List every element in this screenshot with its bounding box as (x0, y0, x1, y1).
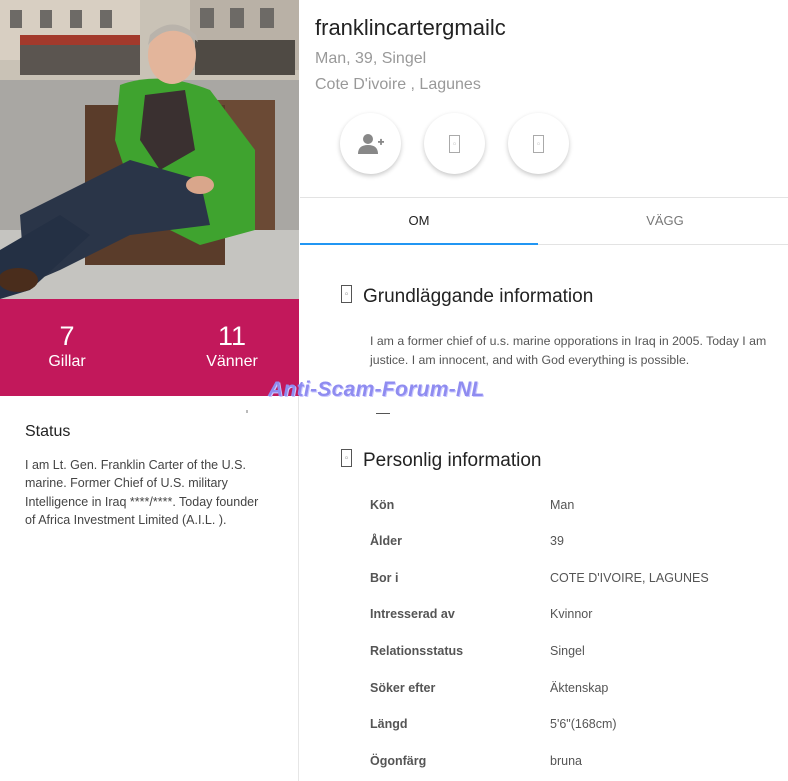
status-title: Status (25, 423, 71, 440)
tab-om[interactable]: OM (300, 198, 538, 244)
profile-stats: 7 Gillar 11 Vänner (0, 299, 299, 396)
status-line: of Africa Investment Limited (A.I.L. ). (25, 512, 227, 527)
profile-sidebar: 7 Gillar 11 Vänner Status I am Lt. Gen. … (0, 0, 299, 781)
info-row-lives-in: Bor i COTE D'IVOIRE, LAGUNES (370, 571, 780, 591)
profile-photo[interactable] (0, 0, 299, 299)
info-value: Singel (550, 644, 585, 658)
info-key: Söker efter (370, 681, 436, 695)
status-line: Intelligence in Iraq ****/****. Today fo… (25, 494, 259, 509)
info-value: Man (550, 498, 575, 512)
info-icon: ▫ (341, 449, 352, 467)
bio-text: I am a former chief of u.s. marine oppor… (370, 332, 788, 369)
favorite-icon: ▫ (533, 134, 544, 153)
divider-mark (246, 410, 248, 413)
info-value: COTE D'IVOIRE, LAGUNES (550, 571, 709, 585)
info-value: Kvinnor (550, 607, 593, 621)
info-row-interested-in: Intresserad av Kvinnor (370, 607, 780, 627)
status-line: marine. Former Chief of U.S. military (25, 476, 228, 491)
watermark: Anti-Scam-Forum-NL (268, 378, 485, 401)
info-key: Bor i (370, 571, 399, 585)
profile-username: franklincartergmailc (315, 15, 506, 40)
favorite-button[interactable]: ▫ (508, 113, 569, 174)
profile-tabs: OM VÄGG (300, 197, 788, 245)
info-row-relationship: Relationsstatus Singel (370, 644, 780, 664)
active-tab-indicator (300, 243, 538, 245)
info-icon: ▫ (341, 285, 352, 303)
profile-location: Cote D'ivoire , Lagunes (315, 76, 481, 93)
status-text: I am Lt. Gen. Franklin Carter of the U.S… (25, 456, 273, 529)
info-key: Kön (370, 498, 395, 512)
friends-count: 11 (217, 321, 247, 351)
info-row-gender: Kön Man (370, 498, 780, 518)
info-key: Ögonfärg (370, 754, 427, 768)
info-row-age: Ålder 39 (370, 534, 780, 554)
info-key: Relationsstatus (370, 644, 464, 658)
info-row-height: Längd 5'6"(168cm) (370, 717, 780, 737)
info-value: 5'6"(168cm) (550, 717, 617, 731)
likes-stat[interactable]: 7 Gillar (7, 321, 127, 373)
tab-vagg[interactable]: VÄGG (546, 198, 784, 244)
bio-line: justice. I am innocent, and with God eve… (370, 352, 690, 367)
info-row-eye-color: Ögonfärg bruna (370, 754, 780, 774)
friends-label: Vänner (206, 353, 258, 370)
info-key: Ålder (370, 534, 402, 548)
profile-photo-image (0, 0, 299, 299)
likes-count: 7 (59, 321, 75, 351)
divider-dash (376, 413, 390, 414)
info-key: Intresserad av (370, 607, 455, 621)
profile-demographics: Man, 39, Singel (315, 50, 427, 67)
info-key: Längd (370, 717, 408, 731)
message-icon: ▫ (449, 134, 460, 153)
info-value: Äktenskap (550, 681, 609, 695)
message-button[interactable]: ▫ (424, 113, 485, 174)
status-line: I am Lt. Gen. Franklin Carter of the U.S… (25, 458, 246, 472)
friends-stat[interactable]: 11 Vänner (172, 321, 292, 373)
likes-label: Gillar (48, 353, 86, 370)
add-friend-icon (357, 133, 384, 154)
info-row-seeking: Söker efter Äktenskap (370, 681, 780, 701)
personal-info-title: Personlig information (363, 450, 542, 471)
bio-line: I am a former chief of u.s. marine oppor… (370, 334, 767, 348)
info-value: 39 (550, 534, 564, 548)
basic-info-title: Grundläggande information (363, 286, 594, 307)
add-friend-button[interactable] (340, 113, 401, 174)
info-value: bruna (550, 754, 582, 768)
